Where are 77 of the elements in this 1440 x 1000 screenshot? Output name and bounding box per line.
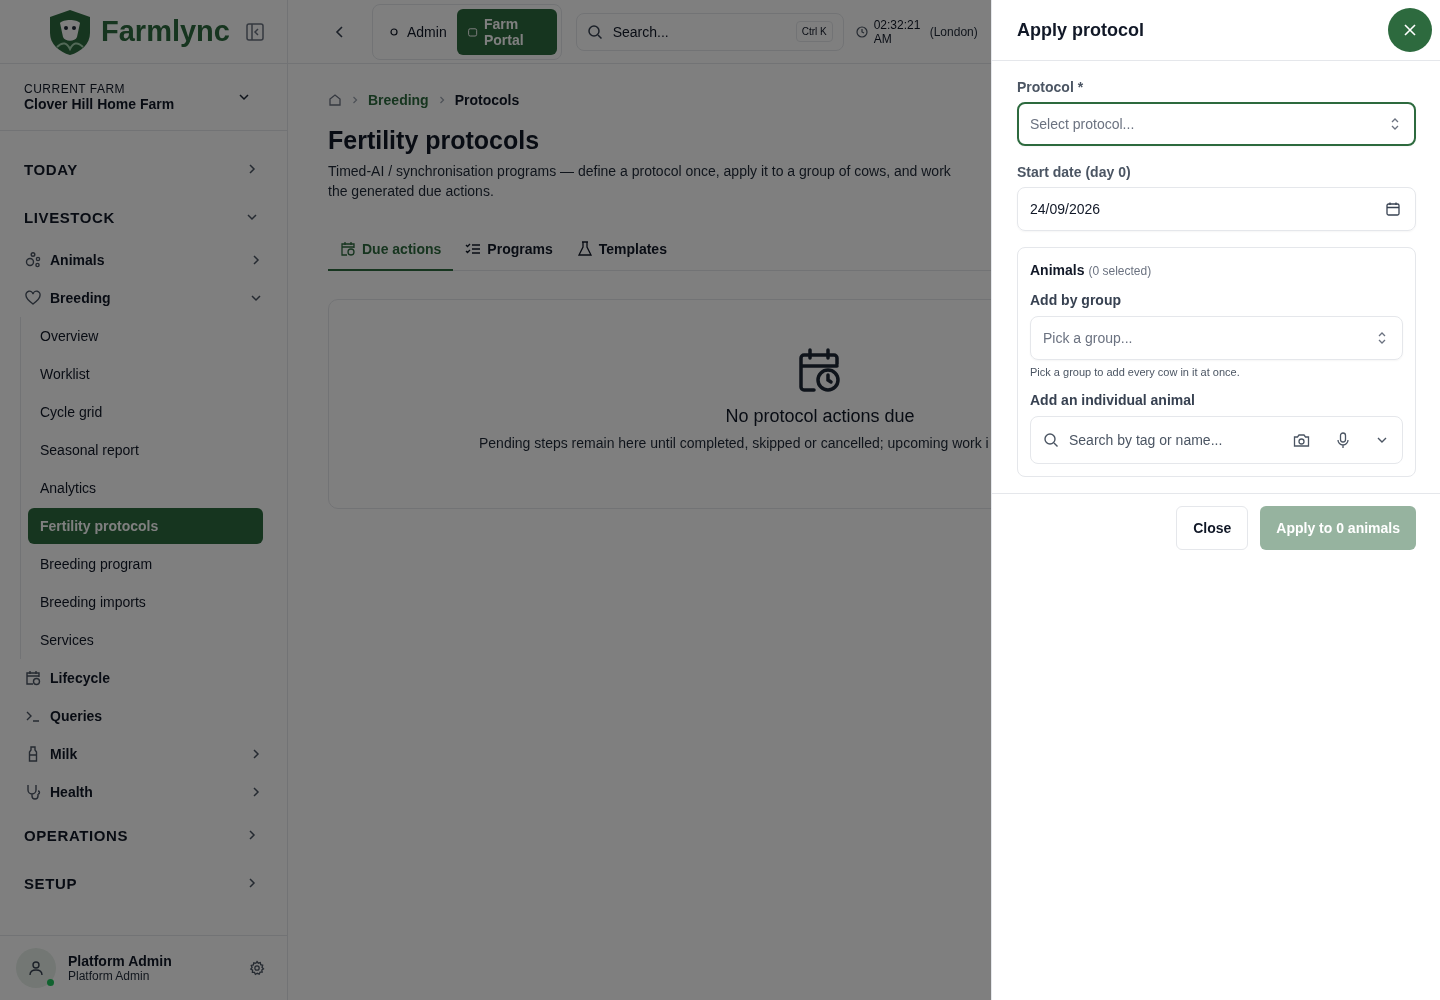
- selected-count: (0 selected): [1088, 264, 1152, 278]
- drawer-title: Apply protocol: [1017, 19, 1144, 41]
- microphone-icon[interactable]: [1336, 431, 1350, 449]
- user-icon: [27, 959, 45, 977]
- page-title: Fertility protocols: [328, 126, 541, 155]
- nav-item[interactable]: Animals: [24, 241, 263, 279]
- heart-icon: [24, 289, 42, 307]
- checklist-icon: [465, 241, 482, 257]
- paw-icon: [24, 251, 42, 269]
- settings-icon[interactable]: [249, 960, 265, 976]
- empty-state-title: No protocol actions due: [725, 406, 915, 427]
- calendar-clock-icon: [340, 241, 356, 257]
- close-text-button[interactable]: Close: [1176, 506, 1249, 550]
- search-icon: [586, 23, 603, 40]
- nav-subitem[interactable]: Analytics: [28, 470, 263, 506]
- farm-selector[interactable]: CURRENT FARM Clover Hill Home Farm: [12, 72, 275, 122]
- group-select[interactable]: Pick a group...: [1030, 316, 1403, 360]
- field-label: Protocol *: [1017, 79, 1085, 95]
- nav-item[interactable]: Lifecycle: [24, 659, 263, 697]
- nav-subitem[interactable]: Services: [28, 622, 263, 658]
- home-icon[interactable]: [328, 93, 342, 107]
- up-down-chevron-icon: [1376, 331, 1388, 345]
- farm-caption: CURRENT FARM: [24, 82, 127, 96]
- clock-icon: [855, 25, 868, 38]
- camera-icon[interactable]: [1293, 432, 1310, 448]
- nav-subitem[interactable]: Breeding program: [28, 546, 263, 582]
- user-role: Platform Admin: [68, 969, 151, 983]
- breadcrumb-item[interactable]: Breeding: [368, 92, 429, 108]
- nav-subitem[interactable]: Fertility protocols: [28, 508, 263, 544]
- protocol-select[interactable]: Select protocol...: [1017, 102, 1416, 146]
- calendar-clock-icon: [798, 348, 842, 394]
- search-field[interactable]: Search...: [610, 22, 788, 41]
- crumb-separator-icon: [350, 95, 360, 105]
- nav-subitem[interactable]: Overview: [28, 318, 263, 354]
- stethoscope-icon: [24, 783, 42, 801]
- page-description: Timed-AI / synchronisation programs — define a protocol once, apply it to a group of cows, and work the generated due actions.: [328, 162, 952, 201]
- nav-section[interactable]: LIVESTOCK: [24, 193, 263, 241]
- collapse-sidebar-icon[interactable]: [245, 21, 265, 42]
- user-name: Platform Admin: [68, 953, 173, 969]
- empty-state-text: Pending steps remain here until completed, skipped or cancelled; upcoming work i: [479, 435, 989, 451]
- nav-subitem[interactable]: Cycle grid: [28, 394, 263, 430]
- field-label: Add by group: [1030, 292, 1122, 308]
- nav-item[interactable]: Queries: [24, 697, 263, 735]
- close-icon: [1402, 22, 1418, 38]
- animals-title: Animals: [1030, 262, 1085, 278]
- nav-item[interactable]: Milk: [24, 735, 263, 773]
- tab[interactable]: Programs: [453, 231, 565, 271]
- nav-section[interactable]: TODAY: [24, 145, 263, 193]
- field-hint: Pick a group to add every cow in it at once.: [1030, 366, 1241, 378]
- nav-item[interactable]: Health: [24, 773, 263, 811]
- brand-name: Farmlync: [101, 15, 231, 48]
- tab[interactable]: Templates: [564, 231, 679, 271]
- shortcut-hint: Ctrl K: [795, 21, 833, 42]
- search-icon: [1043, 432, 1059, 448]
- field-label: Start date (day 0): [1017, 164, 1132, 180]
- clock-time: 02:32:21 AM: [873, 17, 922, 46]
- nav-item[interactable]: Breeding: [24, 279, 263, 317]
- nav-subitem[interactable]: Breeding imports: [28, 584, 263, 620]
- date-field[interactable]: 24/09/2026: [1017, 187, 1416, 231]
- close-button[interactable]: [1388, 8, 1432, 52]
- farm-name: Clover Hill Home Farm: [24, 96, 176, 112]
- field-label: Add an individual animal: [1030, 392, 1196, 408]
- calendar-icon[interactable]: [1385, 201, 1401, 217]
- portal-tab[interactable]: Farm Portal: [456, 8, 557, 55]
- nav-subitem[interactable]: Seasonal report: [28, 432, 263, 468]
- time-zone: (London): [929, 24, 978, 39]
- search-bar[interactable]: Search... Ctrl K: [575, 12, 844, 51]
- tab[interactable]: Due actions: [328, 231, 454, 271]
- user-avatar[interactable]: [16, 948, 56, 988]
- portal-tab[interactable]: Admin: [377, 8, 457, 55]
- calendar-clock-icon: [24, 669, 42, 687]
- breadcrumb-item: Protocols: [454, 92, 520, 108]
- flask-icon: [576, 241, 593, 257]
- nav-section[interactable]: SETUP: [24, 859, 263, 907]
- up-down-chevron-icon: [1389, 117, 1401, 131]
- nav-subitem[interactable]: Worklist: [28, 356, 263, 392]
- nav-section[interactable]: OPERATIONS: [24, 811, 263, 859]
